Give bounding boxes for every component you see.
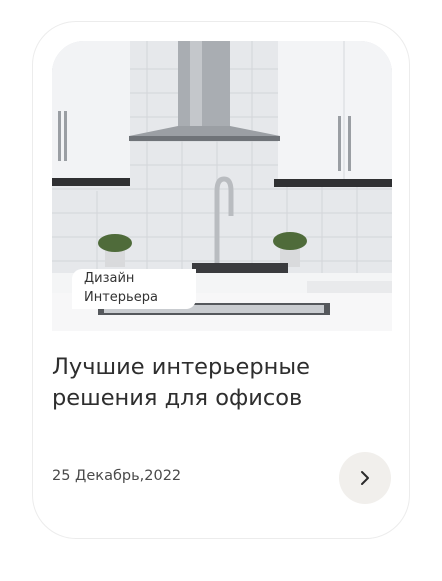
chevron-right-icon	[361, 471, 369, 485]
category-tag-line-1: Дизайн	[84, 271, 135, 286]
article-title[interactable]: Лучшие интерьерные решения для офисов	[52, 352, 372, 414]
category-tag-line-2: Интерьера	[84, 290, 158, 305]
kitchen-photo: Дизайн Интерьера	[52, 41, 392, 331]
article-card[interactable]: Дизайн Интерьера Лучшие интерьерные реше…	[32, 21, 410, 539]
article-date: 25 Декабрь,2022	[52, 468, 182, 484]
next-button[interactable]	[339, 452, 391, 504]
category-tag: Дизайн Интерьера	[72, 269, 196, 309]
